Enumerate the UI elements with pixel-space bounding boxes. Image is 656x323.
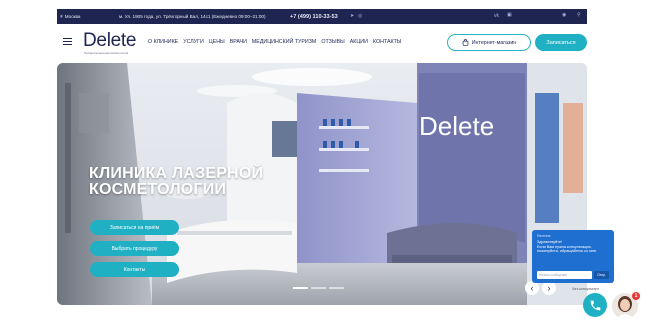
chevron-right-icon: ›	[547, 282, 551, 293]
nav-item-reviews[interactable]: ОТЗЫВЫ	[321, 39, 344, 45]
telegram-icon[interactable]: ➤	[350, 13, 354, 19]
nav-item-prices[interactable]: ЦЕНЫ	[209, 39, 225, 45]
unread-badge: 1	[632, 292, 640, 300]
vk-icon[interactable]: vk	[494, 13, 499, 19]
callback-button[interactable]	[583, 293, 607, 317]
slider-prev-button[interactable]: ‹	[525, 281, 539, 295]
nav-item-contacts[interactable]: КОНТАКТЫ	[373, 39, 402, 45]
page: ⌾ Москва м. Ул. 1905 года, ул. Трёхгорны…	[0, 0, 656, 323]
site-logo[interactable]: Delete	[83, 30, 136, 52]
slider-dot[interactable]	[329, 287, 344, 289]
chat-footer: Чат-консультант	[572, 287, 600, 291]
site-header: Delete Профессиональная косметология О К…	[57, 29, 587, 59]
top-bar: ⌾ Москва м. Ул. 1905 года, ул. Трёхгорны…	[57, 9, 587, 24]
online-shop-label: Интернет-магазин	[471, 39, 517, 46]
city-selector[interactable]: ⌾ Москва	[60, 14, 80, 19]
clinic-address: м. Ул. 1905 года, ул. Трёхгорный Вал, 14…	[119, 14, 266, 19]
wall-logo: Delete	[419, 111, 494, 141]
phone-link[interactable]: +7 (499) 110-33-53	[290, 14, 338, 20]
nav-item-promotions[interactable]: АКЦИИ	[350, 39, 368, 45]
slider-dot[interactable]	[311, 287, 326, 289]
city-label: Москва	[64, 14, 81, 19]
slider-next-button[interactable]: ›	[542, 281, 556, 295]
chat-widget[interactable]: Евгения Здравствуйте! Если Вам нужна кон…	[532, 230, 614, 283]
online-shop-button[interactable]: Интернет-магазин	[447, 34, 531, 51]
accessibility-eye-icon[interactable]: ◉	[562, 12, 566, 18]
chevron-left-icon: ‹	[530, 282, 534, 293]
chat-input[interactable]: Начать сообщение	[537, 271, 592, 279]
chat-agent-name: Евгения	[537, 234, 551, 238]
menu-icon[interactable]	[63, 38, 72, 45]
nav-item-about[interactable]: О КЛИНИКЕ	[148, 39, 178, 45]
main-nav: О КЛИНИКЕ УСЛУГИ ЦЕНЫ ВРАЧИ МЕДИЦИНСКИЙ …	[148, 39, 402, 45]
slider-dot[interactable]	[293, 287, 308, 289]
book-appointment-button[interactable]: Записаться на приём	[90, 220, 179, 235]
whatsapp-icon[interactable]: ◎	[358, 13, 362, 19]
signup-button[interactable]: Записаться	[535, 34, 587, 51]
nav-item-services[interactable]: УСЛУГИ	[183, 39, 204, 45]
hero-title: КЛИНИКА ЛАЗЕРНОЙ КОСМЕТОЛОГИИ	[89, 165, 264, 198]
search-icon[interactable]: ⚲	[577, 12, 581, 18]
chat-message: Здравствуйте! Если Вам нужна консультаци…	[537, 240, 598, 254]
chat-send-button[interactable]: Отпр.	[594, 271, 609, 279]
nav-item-doctors[interactable]: ВРАЧИ	[230, 39, 247, 45]
contacts-button[interactable]: Контакты	[90, 262, 179, 277]
phone-icon	[590, 300, 600, 310]
youtube-icon[interactable]: ▣	[507, 12, 512, 18]
shopping-bag-icon	[462, 39, 469, 46]
logo-tagline: Профессиональная косметология	[84, 51, 129, 55]
slider-dots	[293, 287, 344, 289]
location-pin-icon: ⌾	[60, 14, 63, 19]
choose-procedure-button[interactable]: Выбрать процедуру	[90, 241, 179, 256]
hero-slider: Delete КЛИНИКА ЛАЗЕРНОЙ КОСМЕТОЛОГИИ Зап…	[57, 63, 587, 305]
nav-item-medical-tourism[interactable]: МЕДИЦИНСКИЙ ТУРИЗМ	[252, 39, 316, 45]
